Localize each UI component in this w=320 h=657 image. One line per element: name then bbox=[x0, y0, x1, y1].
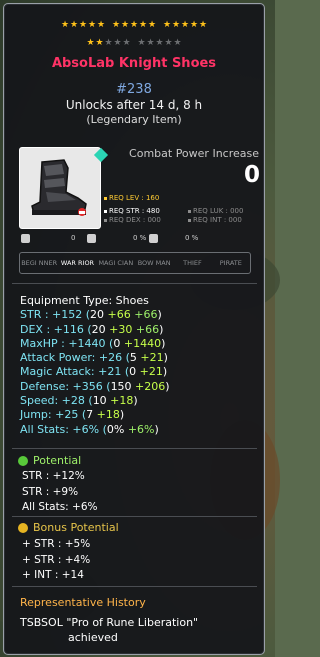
star-group: ★★★★★ bbox=[112, 20, 157, 30]
req-luk: REQ LUK : 000 bbox=[188, 207, 243, 215]
bonus-potential-lines: + STR : +5% + STR : +4% + INT : +14 bbox=[22, 537, 90, 584]
star-icon: ★ bbox=[104, 38, 113, 48]
star-icon: ★ bbox=[70, 20, 79, 30]
unlock-timer: Unlocks after 14 d, 8 h bbox=[65, 98, 203, 112]
combat-power-value: 0 bbox=[243, 162, 260, 188]
potential-line: STR : +12% bbox=[22, 470, 85, 482]
star-icon: ★ bbox=[173, 38, 182, 48]
job-thief: THIEF bbox=[183, 258, 202, 267]
star-icon: ★ bbox=[164, 38, 173, 48]
star-group: ★★★★★ bbox=[163, 20, 208, 30]
ignore-defense-icon bbox=[149, 234, 158, 243]
history-title: Representative History bbox=[20, 596, 146, 609]
star-icon: ★ bbox=[112, 20, 121, 30]
boss-damage-value: 0 % bbox=[133, 234, 147, 242]
star-icon: ★ bbox=[113, 38, 122, 48]
star-icon: ★ bbox=[137, 38, 146, 48]
combat-power-label: Combat Power Increase bbox=[129, 147, 259, 160]
star-icon: ★ bbox=[121, 20, 130, 30]
item-rarity: (Legendary Item) bbox=[86, 113, 182, 126]
star-icon: ★ bbox=[190, 20, 199, 30]
history-line: TSBSOL "Pro of Rune Liberation" bbox=[20, 616, 199, 629]
potential-line: All Stats: +6% bbox=[22, 501, 98, 513]
job-requirement-bar: BEGI NNER WAR RIOR MAGI CIAN BOW MAN THI… bbox=[19, 252, 251, 274]
upgrade-count: 0 bbox=[71, 234, 76, 242]
star-icon: ★ bbox=[88, 20, 97, 30]
star-icon: ★ bbox=[97, 20, 106, 30]
item-number: #238 bbox=[116, 82, 152, 97]
stat-line: Defense: +356 (150 +206) bbox=[20, 379, 170, 393]
req-str: REQ STR : 480 bbox=[104, 207, 160, 215]
star-icon: ★ bbox=[163, 20, 172, 30]
equipment-type: Equipment Type: Shoes bbox=[20, 294, 149, 307]
stat-line: Speed: +28 (10 +18) bbox=[20, 394, 138, 408]
star-group: ★★★★★ bbox=[86, 38, 131, 48]
stats-block: Equipment Type: Shoes STR : +152 (20 +66… bbox=[20, 294, 258, 437]
job-warrior: WAR RIOR bbox=[60, 258, 95, 267]
bonus-icons-row: 0 0 % 0 % bbox=[19, 233, 259, 245]
star-icon: ★ bbox=[146, 38, 155, 48]
star-force-row-bottom: ★★★★★ ★★★★★ bbox=[4, 38, 264, 48]
bonus-potential-line: + STR : +4% bbox=[22, 553, 91, 566]
ignore-defense-value: 0 % bbox=[185, 234, 199, 242]
history-line: achieved bbox=[68, 631, 118, 644]
star-group: ★★★★★ bbox=[137, 38, 182, 48]
star-icon: ★ bbox=[130, 20, 139, 30]
potential-line: STR : +9% bbox=[22, 485, 79, 498]
stat-line: DEX : +116 (20 +30 +66) bbox=[20, 322, 164, 336]
star-icon: ★ bbox=[172, 20, 181, 30]
req-level: REQ LEV : 160 bbox=[104, 194, 159, 202]
star-icon: ★ bbox=[139, 20, 148, 30]
item-name: AbsoLab Knight Shoes bbox=[51, 56, 217, 71]
star-icon: ★ bbox=[95, 38, 104, 48]
upgrade-icon bbox=[21, 234, 30, 243]
job-beginner: BEGI NNER bbox=[21, 258, 58, 267]
job-bowman: BOW MAN bbox=[137, 258, 171, 267]
item-tooltip: ★★★★★ ★★★★★ ★★★★★ ★★★★★ ★★★★★ AbsoLab Knigh… bbox=[3, 3, 265, 655]
req-dex: REQ DEX : 000 bbox=[104, 216, 161, 224]
bonus-potential-title: Bonus Potential bbox=[33, 521, 119, 534]
stat-line: STR : +152 (20 +66 +66) bbox=[20, 308, 162, 322]
star-icon: ★ bbox=[181, 20, 190, 30]
knight-shoes-icon bbox=[31, 159, 87, 216]
req-int: REQ INT : 000 bbox=[188, 216, 242, 224]
star-icon: ★ bbox=[155, 38, 164, 48]
star-force-row-top: ★★★★★ ★★★★★ ★★★★★ bbox=[4, 20, 264, 30]
potential-badge-icon bbox=[18, 456, 28, 466]
bonus-potential-badge-icon bbox=[18, 523, 28, 533]
job-pirate: PIRATE bbox=[219, 258, 242, 267]
stat-line: MaxHP : +1440 (0 +1440) bbox=[20, 336, 166, 350]
stat-line: Jump: +25 (7 +18) bbox=[20, 408, 125, 422]
bonus-potential-line: + STR : +5% bbox=[22, 538, 91, 550]
divider bbox=[12, 516, 257, 517]
stat-line: Magic Attack: +21 (0 +21) bbox=[20, 365, 168, 379]
star-icon: ★ bbox=[148, 20, 157, 30]
star-icon: ★ bbox=[86, 38, 95, 48]
boss-damage-icon bbox=[87, 234, 96, 243]
history-text: TSBSOL "Pro of Rune Liberation" achieved bbox=[20, 615, 255, 645]
potential-lines: STR : +12% STR : +9% All Stats: +6% bbox=[22, 469, 98, 516]
divider bbox=[12, 448, 257, 449]
star-icon: ★ bbox=[79, 20, 88, 30]
job-magician: MAGI CIAN bbox=[98, 258, 134, 267]
item-icon-frame bbox=[19, 147, 109, 229]
star-icon: ★ bbox=[122, 38, 131, 48]
divider bbox=[12, 586, 257, 587]
stat-line: Attack Power: +26 (5 +21) bbox=[20, 351, 168, 365]
divider bbox=[12, 283, 257, 284]
bonus-potential-line: + INT : +14 bbox=[22, 569, 84, 581]
stat-line: All Stats: +6% (0% +6%) bbox=[20, 422, 159, 436]
star-group: ★★★★★ bbox=[61, 20, 106, 30]
star-icon: ★ bbox=[61, 20, 70, 30]
star-icon: ★ bbox=[199, 20, 208, 30]
potential-title: Potential bbox=[33, 454, 82, 467]
